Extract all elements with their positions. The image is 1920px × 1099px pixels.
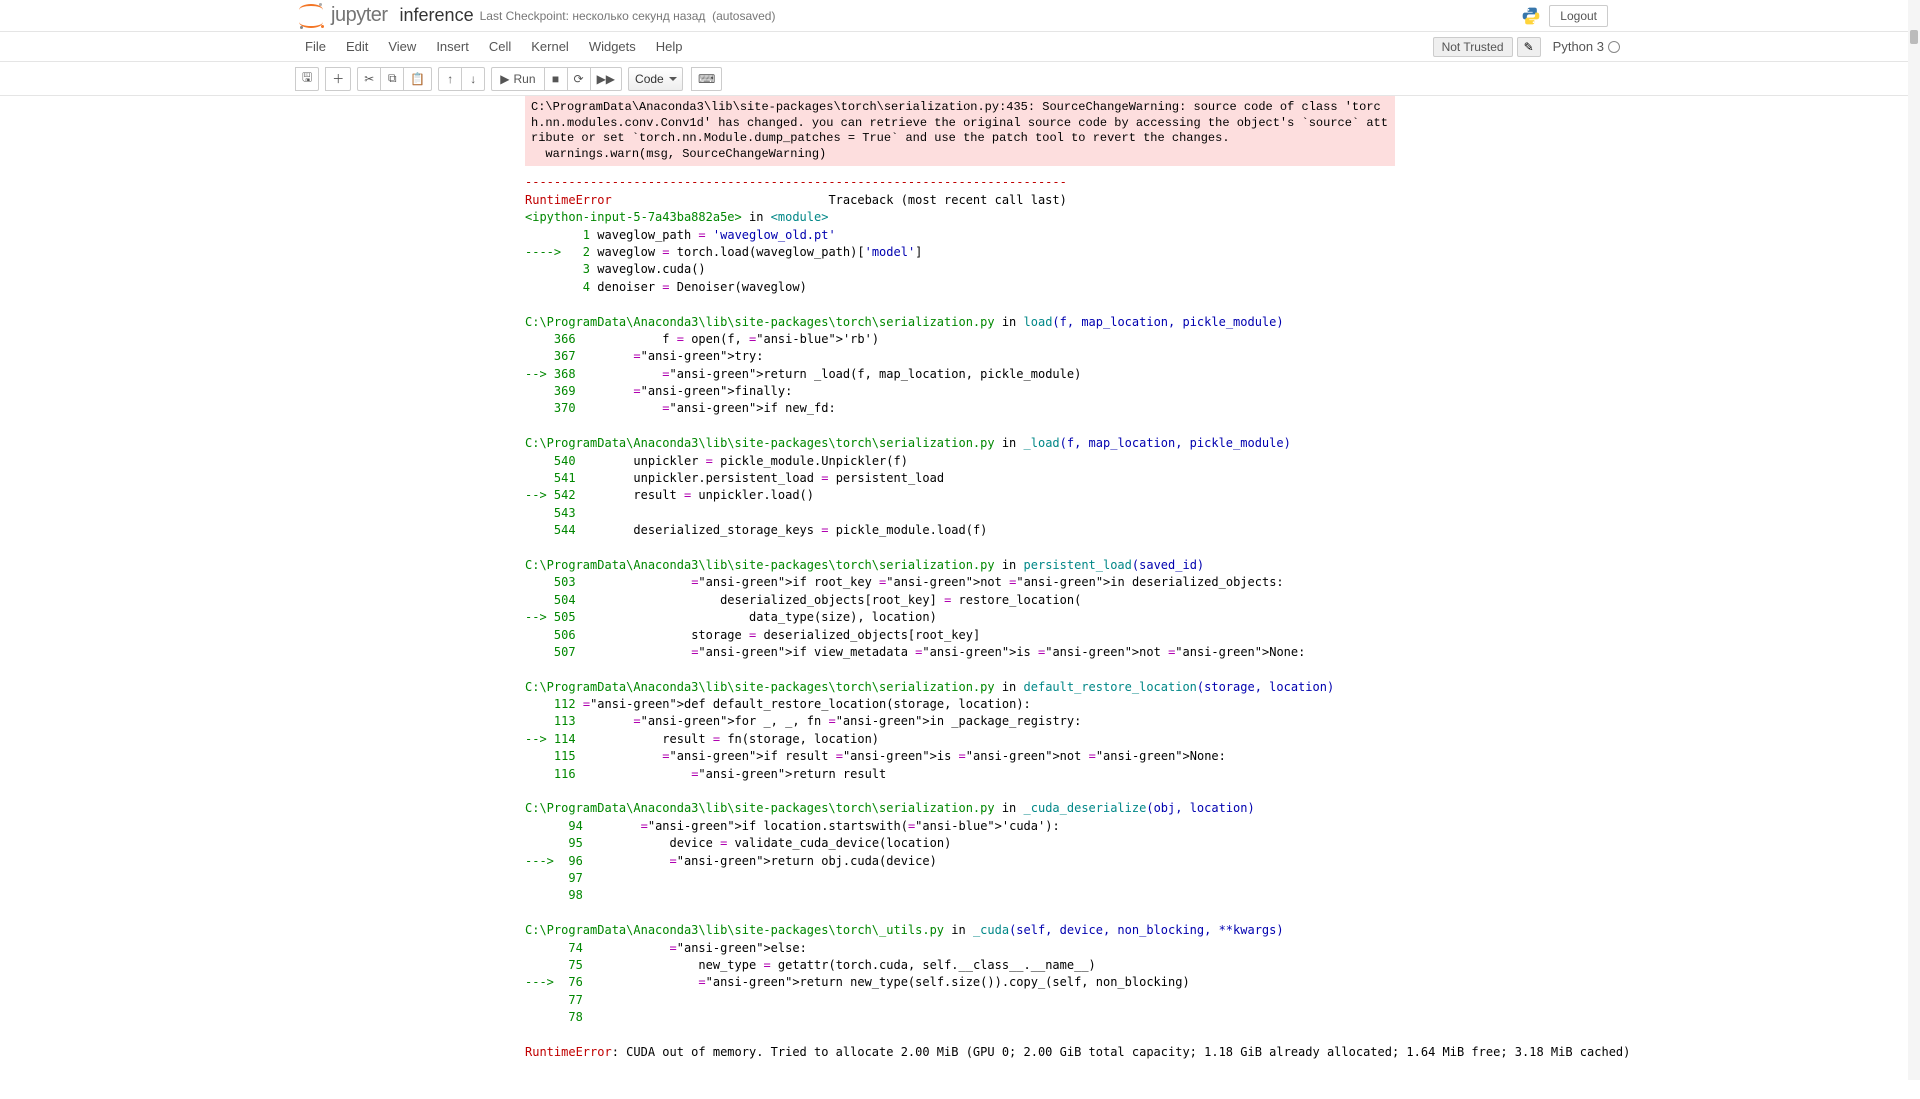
kernel-indicator: Python 3 — [1553, 39, 1620, 54]
interrupt-button[interactable]: ■ — [544, 67, 568, 91]
run-icon: ▶ — [500, 72, 509, 86]
stop-icon: ■ — [552, 72, 559, 86]
restart-icon: ⟳ — [574, 72, 584, 86]
paste-button[interactable]: 📋 — [403, 67, 432, 91]
menu-cell[interactable]: Cell — [479, 35, 521, 58]
run-button[interactable]: ▶Run — [491, 67, 544, 91]
scrollbar-track[interactable] — [1908, 0, 1920, 1080]
cell-type-select[interactable]: Code — [628, 67, 683, 91]
python-icon — [1521, 6, 1541, 26]
edit-metadata-button[interactable]: ✎ — [1517, 37, 1541, 57]
menu-view[interactable]: View — [378, 35, 426, 58]
save-button[interactable]: 🖫 — [295, 67, 319, 91]
plus-icon: ＋ — [332, 70, 344, 87]
header-bar: jupyter inference Last Checkpoint: неско… — [0, 0, 1920, 32]
save-icon: 🖫 — [302, 68, 312, 89]
logout-button[interactable]: Logout — [1549, 5, 1608, 27]
menubar: File Edit View Insert Cell Kernel Widget… — [0, 32, 1920, 62]
paste-icon: 📋 — [410, 72, 425, 86]
jupyter-logo[interactable]: jupyter — [297, 2, 388, 30]
kernel-name: Python 3 — [1553, 39, 1604, 54]
menu-file[interactable]: File — [295, 35, 336, 58]
fast-forward-icon: ▶▶ — [597, 72, 615, 86]
menu-insert[interactable]: Insert — [426, 35, 479, 58]
checkpoint-info: Last Checkpoint: несколько секунд назад … — [480, 9, 776, 23]
jupyter-logo-icon — [297, 2, 325, 30]
arrow-up-icon: ↑ — [447, 72, 453, 86]
notebook-name[interactable]: inference — [400, 5, 474, 26]
keyboard-icon: ⌨ — [698, 72, 715, 86]
warning-output: C:\ProgramData\Anaconda3\lib\site-packag… — [525, 96, 1395, 166]
scrollbar-thumb[interactable] — [1910, 30, 1918, 44]
traceback-output: ----------------------------------------… — [525, 166, 1395, 1069]
command-palette-button[interactable]: ⌨ — [691, 67, 722, 91]
arrow-down-icon: ↓ — [470, 72, 476, 86]
pencil-icon: ✎ — [1524, 40, 1534, 54]
move-down-button[interactable]: ↓ — [461, 67, 485, 91]
menu-kernel[interactable]: Kernel — [521, 35, 579, 58]
restart-run-all-button[interactable]: ▶▶ — [590, 67, 622, 91]
jupyter-logo-text: jupyter — [331, 4, 388, 27]
copy-icon: ⧉ — [388, 71, 397, 86]
notebook-area: C:\ProgramData\Anaconda3\lib\site-packag… — [525, 96, 1395, 1099]
cut-button[interactable]: ✂ — [357, 67, 381, 91]
menu-widgets[interactable]: Widgets — [579, 35, 646, 58]
not-trusted-button[interactable]: Not Trusted — [1433, 37, 1513, 57]
move-up-button[interactable]: ↑ — [438, 67, 462, 91]
menu-edit[interactable]: Edit — [336, 35, 378, 58]
kernel-idle-icon — [1608, 41, 1620, 53]
copy-button[interactable]: ⧉ — [380, 67, 404, 91]
restart-button[interactable]: ⟳ — [567, 67, 591, 91]
insert-cell-button[interactable]: ＋ — [325, 67, 351, 91]
cut-icon: ✂ — [364, 72, 374, 86]
toolbar: 🖫 ＋ ✂ ⧉ 📋 ↑ ↓ ▶Run ■ ⟳ ▶▶ Code ⌨ — [0, 62, 1920, 96]
menu-help[interactable]: Help — [646, 35, 693, 58]
